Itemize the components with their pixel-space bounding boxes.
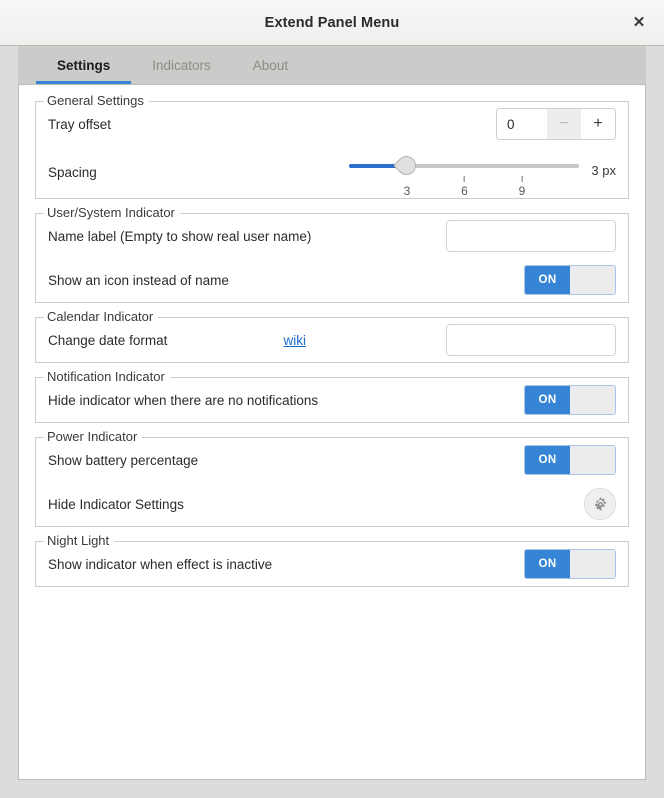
section-user-system-indicator-legend: User/System Indicator <box>44 205 180 220</box>
content-wrapper: General Settings Tray offset − + Spacing <box>0 84 664 798</box>
close-icon[interactable]: ✕ <box>626 10 652 36</box>
section-night-light: Night Light Show indicator when effect i… <box>35 533 629 587</box>
spacing-slider-marks: 3 6 9 <box>349 176 579 202</box>
settings-panel: General Settings Tray offset − + Spacing <box>18 84 646 780</box>
show-battery-percentage-label: Show battery percentage <box>48 452 199 468</box>
show-icon-label: Show an icon instead of name <box>48 272 229 288</box>
section-user-system-indicator: User/System Indicator Name label (Empty … <box>35 205 629 303</box>
tray-offset-increment-button[interactable]: + <box>581 109 615 139</box>
section-notification-indicator-legend: Notification Indicator <box>44 369 170 384</box>
spacing-value-label: 3 px <box>591 163 616 178</box>
row-hide-indicator-no-notifications: Hide indicator when there are no notific… <box>48 378 616 422</box>
spacing-slider-mark-label: 6 <box>461 184 468 198</box>
section-calendar-indicator-legend: Calendar Indicator <box>44 309 159 324</box>
spacing-slider-mark: 9 <box>518 176 526 198</box>
row-spacing: Spacing 3 6 9 3 px <box>48 146 616 198</box>
spacing-slider-mark: 6 <box>461 176 468 198</box>
hide-indicator-label: Hide indicator when there are no notific… <box>48 392 319 408</box>
row-show-battery-percentage: Show battery percentage ON <box>48 438 616 482</box>
tray-offset-label: Tray offset <box>48 116 112 132</box>
section-night-light-legend: Night Light <box>44 533 115 548</box>
show-indicator-inactive-label: Show indicator when effect is inactive <box>48 556 273 572</box>
show-battery-percentage-toggle[interactable]: ON <box>524 445 616 475</box>
section-calendar-indicator: Calendar Indicator Change date format wi… <box>35 309 629 363</box>
show-battery-percentage-toggle-state: ON <box>525 446 570 474</box>
tabbar-wrapper: Settings Indicators About <box>0 46 664 84</box>
spacing-slider-mark: 3 <box>404 176 411 198</box>
tab-indicators-label: Indicators <box>152 57 211 73</box>
gear-icon[interactable] <box>584 488 616 520</box>
section-power-indicator: Power Indicator Show battery percentage … <box>35 429 629 527</box>
hide-indicator-toggle-state: ON <box>525 386 570 414</box>
spacing-slider-handle[interactable] <box>393 152 421 179</box>
row-hide-indicator-settings: Hide Indicator Settings <box>48 482 616 526</box>
tray-offset-decrement-button[interactable]: − <box>547 109 581 139</box>
section-general-settings-legend: General Settings <box>44 93 149 108</box>
show-icon-toggle-track <box>570 266 615 294</box>
spacing-slider-mark-label: 9 <box>518 184 526 198</box>
tray-offset-input[interactable] <box>497 109 547 139</box>
show-indicator-inactive-toggle-track <box>570 550 615 578</box>
row-tray-offset: Tray offset − + <box>48 102 616 146</box>
row-show-indicator-inactive: Show indicator when effect is inactive O… <box>48 542 616 586</box>
spacing-slider-tick <box>463 176 465 182</box>
section-notification-indicator: Notification Indicator Hide indicator wh… <box>35 369 629 423</box>
show-icon-toggle-state: ON <box>525 266 570 294</box>
row-name-label: Name label (Empty to show real user name… <box>48 214 616 258</box>
tabbar: Settings Indicators About <box>18 46 646 84</box>
section-general-settings: General Settings Tray offset − + Spacing <box>35 93 629 199</box>
change-date-format-label: Change date format <box>48 332 168 348</box>
tab-settings[interactable]: Settings <box>36 46 132 84</box>
show-icon-toggle[interactable]: ON <box>524 265 616 295</box>
tab-about-label: About <box>252 57 289 73</box>
spacing-slider-block: 3 6 9 3 px <box>349 152 616 198</box>
show-battery-percentage-toggle-track <box>570 446 615 474</box>
name-label-input[interactable] <box>446 220 616 252</box>
spacing-slider-mark-label: 3 <box>403 184 411 198</box>
spacing-slider[interactable]: 3 6 9 <box>349 152 580 198</box>
hide-indicator-toggle[interactable]: ON <box>524 385 616 415</box>
row-show-icon-instead-of-name: Show an icon instead of name ON <box>48 258 616 302</box>
hide-indicator-settings-label: Hide Indicator Settings <box>48 496 184 512</box>
window-title: Extend Panel Menu <box>264 14 400 31</box>
spacing-slider-tick <box>521 176 523 182</box>
spacing-label: Spacing <box>48 164 97 180</box>
hide-indicator-toggle-track <box>570 386 615 414</box>
date-format-input[interactable] <box>446 324 616 356</box>
spacing-slider-track[interactable] <box>349 152 580 179</box>
wiki-link[interactable]: wiki <box>284 333 307 348</box>
tab-settings-label: Settings <box>57 57 111 73</box>
tab-indicators[interactable]: Indicators <box>131 46 232 84</box>
name-label-label: Name label (Empty to show real user name… <box>48 228 312 244</box>
titlebar: Extend Panel Menu ✕ <box>0 0 664 46</box>
row-change-date-format: Change date format wiki <box>48 318 616 362</box>
show-indicator-inactive-toggle-state: ON <box>525 550 570 578</box>
extend-panel-menu-window: Extend Panel Menu ✕ Settings Indicators … <box>0 0 664 798</box>
section-power-indicator-legend: Power Indicator <box>44 429 143 444</box>
tray-offset-spinner[interactable]: − + <box>496 108 616 140</box>
show-indicator-inactive-toggle[interactable]: ON <box>524 549 616 579</box>
tab-about[interactable]: About <box>232 46 309 84</box>
